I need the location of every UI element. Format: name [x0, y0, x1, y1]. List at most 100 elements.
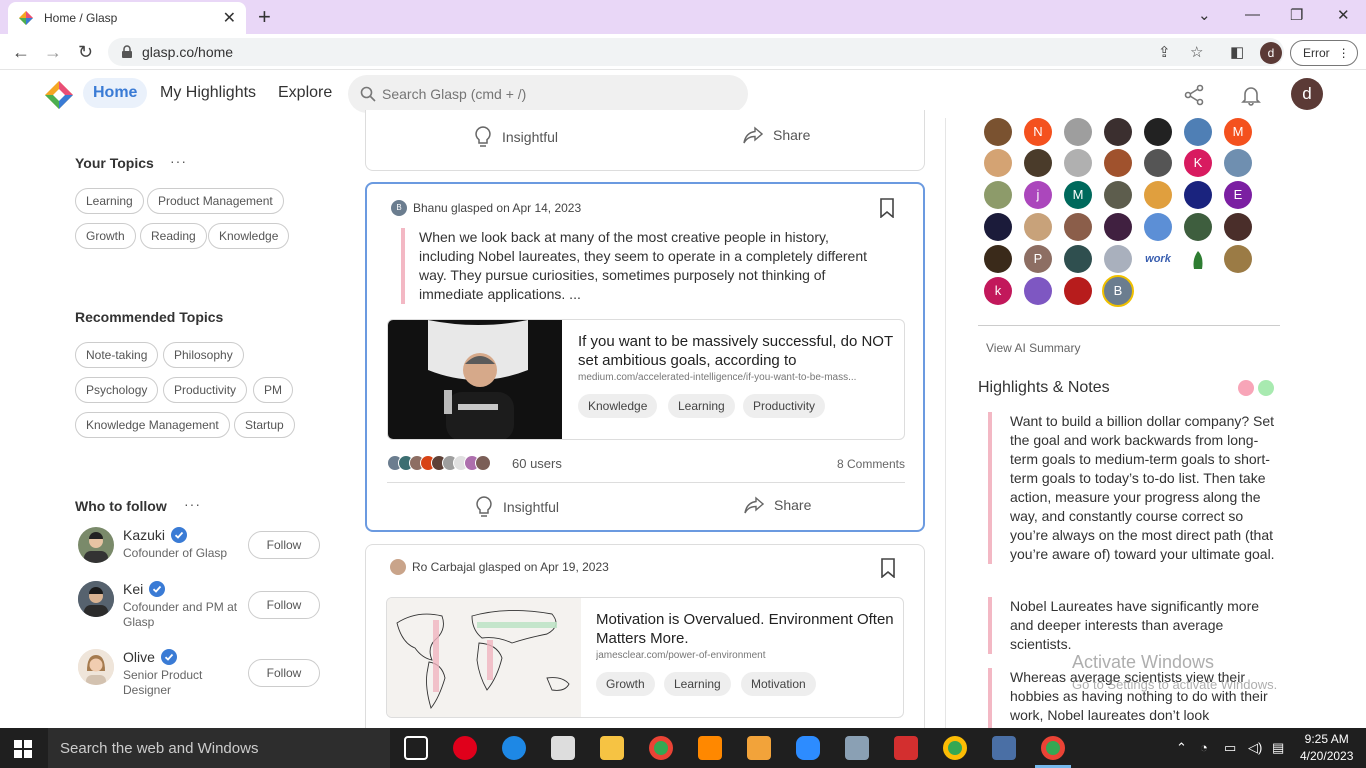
article-tag[interactable]: Learning [668, 394, 735, 418]
avatar[interactable]: N [1024, 118, 1052, 146]
pink-color-dot[interactable] [1238, 380, 1254, 396]
insightful-button[interactable]: Insightful [475, 496, 559, 518]
app-icon[interactable] [992, 736, 1016, 760]
search-input[interactable] [382, 86, 722, 102]
follow-button[interactable]: Follow [248, 531, 320, 559]
green-color-dot[interactable] [1258, 380, 1274, 396]
bookmark-star-icon[interactable]: ☆ [1190, 43, 1203, 61]
avatar[interactable]: P [1024, 245, 1052, 273]
highlight-note[interactable]: Nobel Laureates have significantly more … [988, 597, 1278, 654]
windows-start-icon[interactable] [14, 740, 32, 758]
topic-chip[interactable]: Product Management [147, 188, 284, 214]
avatar[interactable]: K [1184, 149, 1212, 177]
tab-search-icon[interactable]: ⌄ [1198, 6, 1211, 24]
article-tag[interactable]: Productivity [743, 394, 826, 418]
user-mini-avatar[interactable] [390, 559, 406, 575]
topic-chip[interactable]: Note-taking [75, 342, 159, 368]
highlight-note[interactable]: Want to build a billion dollar company? … [988, 412, 1278, 564]
avatar[interactable]: j [1024, 181, 1052, 209]
notifications-icon[interactable]: ▤ [1272, 740, 1284, 756]
avatar[interactable] [78, 527, 114, 563]
avatar[interactable] [1064, 245, 1092, 273]
reload-icon[interactable]: ↻ [78, 42, 93, 63]
avatar[interactable]: k [984, 277, 1012, 305]
volume-icon[interactable]: ◁) [1248, 740, 1262, 756]
users-count[interactable]: 60 users [512, 456, 562, 471]
chrome-active-icon[interactable] [1041, 736, 1065, 760]
your-topics-more-icon[interactable]: ··· [170, 153, 187, 169]
edge-icon[interactable] [502, 736, 526, 760]
avatar-selected[interactable]: B [1102, 275, 1134, 307]
follow-button[interactable]: Follow [248, 659, 320, 687]
avatar[interactable]: work [1144, 245, 1172, 273]
avatar[interactable] [1064, 118, 1092, 146]
avatar[interactable] [1144, 149, 1172, 177]
close-window-button[interactable]: ✕ [1337, 6, 1350, 24]
topic-chip[interactable]: Learning [75, 188, 144, 214]
feed-card[interactable]: Ro Carbajal glasped on Apr 19, 2023 Moti… [365, 544, 925, 728]
avatar[interactable] [1104, 118, 1132, 146]
avatar[interactable] [1104, 245, 1132, 273]
glasp-user[interactable]: Bhanu [413, 201, 448, 215]
avatar[interactable] [1064, 213, 1092, 241]
topic-chip[interactable]: Startup [234, 412, 295, 438]
avatar[interactable] [1024, 213, 1052, 241]
back-icon[interactable]: ← [12, 42, 30, 63]
media-player-icon[interactable] [747, 736, 771, 760]
maximize-button[interactable]: ❐ [1290, 6, 1303, 24]
follow-button[interactable]: Follow [248, 591, 320, 619]
forward-icon[interactable]: → [44, 42, 62, 63]
avatar[interactable] [1184, 118, 1212, 146]
highlight-quote[interactable]: When we look back at many of the most cr… [401, 228, 867, 304]
avatar[interactable] [984, 245, 1012, 273]
wifi-icon[interactable]: ◔ [1200, 740, 1208, 755]
store-icon[interactable] [551, 736, 575, 760]
article-tag[interactable]: Knowledge [578, 394, 658, 418]
topic-chip[interactable]: Philosophy [163, 342, 244, 368]
glasp-user[interactable]: Ro Carbajal [412, 560, 475, 574]
share-button[interactable]: Share [743, 126, 810, 144]
avatar[interactable] [78, 581, 114, 617]
topic-chip[interactable]: Productivity [163, 377, 248, 403]
task-view-icon[interactable] [404, 736, 428, 760]
insightful-button[interactable]: Insightful [474, 126, 558, 148]
article-tag[interactable]: Growth [596, 672, 655, 696]
avatar[interactable]: E [1224, 181, 1252, 209]
minimize-button[interactable]: — [1245, 6, 1260, 23]
follow-name[interactable]: Olive [123, 649, 177, 665]
battery-icon[interactable]: ▭ [1224, 740, 1236, 756]
zoom-icon[interactable] [796, 736, 820, 760]
user-avatar-stack[interactable] [387, 455, 491, 471]
bell-icon[interactable] [1240, 84, 1262, 106]
avatar[interactable]: M [1224, 118, 1252, 146]
bookmark-icon[interactable] [880, 558, 896, 578]
acrobat-icon[interactable] [894, 736, 918, 760]
bookmark-icon[interactable] [879, 198, 895, 218]
topic-chip[interactable]: Psychology [75, 377, 159, 403]
user-avatar[interactable]: d [1291, 78, 1323, 110]
avatar[interactable] [984, 118, 1012, 146]
browser-profile-avatar[interactable]: d [1260, 42, 1282, 64]
avatar[interactable] [1144, 118, 1172, 146]
url-bar[interactable]: glasp.co/home [108, 38, 1284, 66]
avatar[interactable] [1224, 213, 1252, 241]
article-preview[interactable]: Motivation is Overvalued. Environment Of… [386, 597, 904, 718]
avatar[interactable] [1064, 149, 1092, 177]
topic-chip[interactable]: PM [253, 377, 293, 403]
avatar[interactable] [1104, 181, 1132, 209]
topic-chip[interactable]: Knowledge Management [75, 412, 230, 438]
chrome-icon[interactable] [649, 736, 673, 760]
glasp-logo-icon[interactable] [44, 80, 74, 110]
avatar[interactable] [1024, 149, 1052, 177]
share-page-icon[interactable]: ⇪ [1158, 43, 1171, 61]
who-to-follow-more-icon[interactable]: ··· [184, 496, 201, 512]
file-explorer-icon[interactable] [600, 736, 624, 760]
avatar[interactable] [1104, 213, 1132, 241]
share-icon[interactable] [1183, 84, 1205, 106]
avatar[interactable] [1144, 213, 1172, 241]
avatar[interactable]: M [1064, 181, 1092, 209]
follow-name[interactable]: Kazuki [123, 527, 188, 543]
close-tab-icon[interactable]: ✕ [223, 8, 236, 28]
nav-explore[interactable]: Explore [278, 84, 332, 102]
article-tag[interactable]: Motivation [741, 672, 816, 696]
